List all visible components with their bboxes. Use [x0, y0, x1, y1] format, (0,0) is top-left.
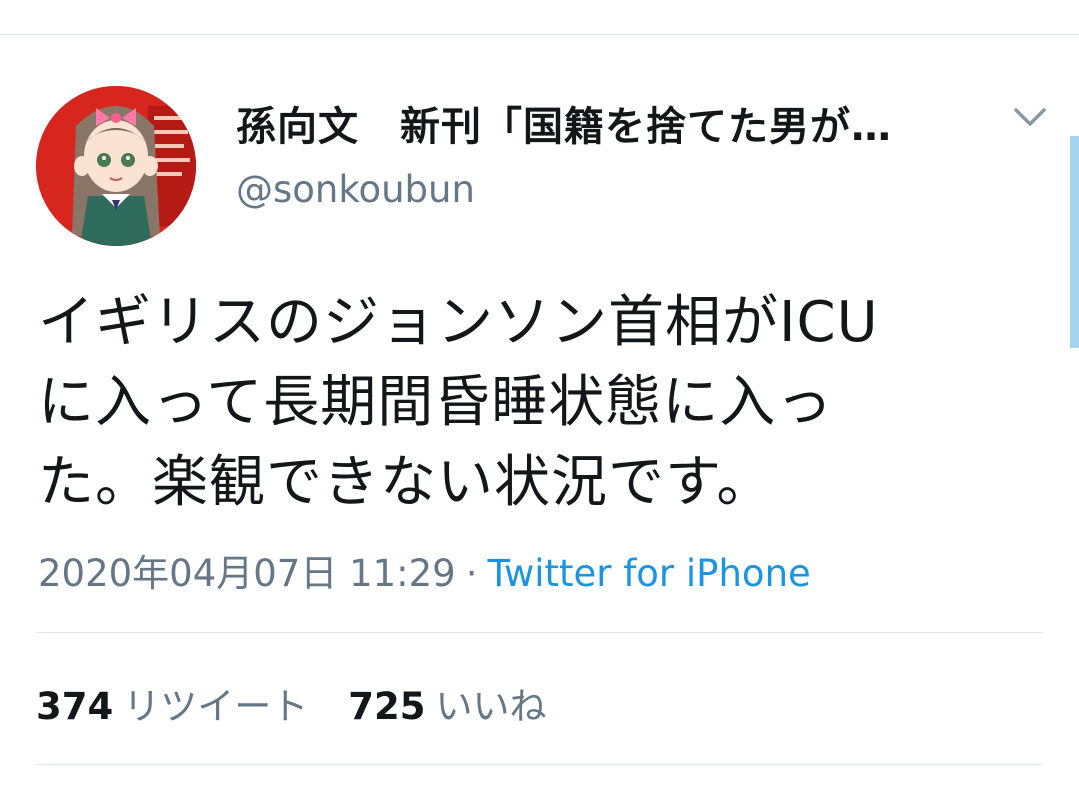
stats-bottom-divider: [36, 764, 1043, 765]
author-display-name[interactable]: 孫向文 新刊「国籍を捨てた男が…: [236, 94, 892, 152]
author-handle[interactable]: @sonkoubun: [236, 168, 475, 211]
avatar-illustration-icon: [36, 86, 196, 246]
likes-count: 725: [348, 685, 426, 728]
tweet-text-line: イギリスのジョンソン首相がICU: [38, 290, 879, 355]
likes-stat[interactable]: 725 いいね: [348, 685, 586, 728]
scrollbar[interactable]: [1070, 136, 1079, 348]
top-divider: [0, 34, 1079, 35]
tweet-timestamp[interactable]: 2020年04月07日 11:29: [38, 552, 456, 595]
tweet-meta: 2020年04月07日 11:29 · Twitter for iPhone: [38, 543, 811, 597]
retweets-count: 374: [36, 685, 114, 728]
tweet-detail-page: 孫向文 新刊「国籍を捨てた男が… @sonkoubun イギリスのジョンソン首相…: [0, 0, 1079, 793]
chevron-down-icon[interactable]: [1010, 100, 1050, 136]
tweet-stats: 374 リツイート 725 いいね: [36, 676, 586, 730]
tweet-source-link[interactable]: Twitter for iPhone: [487, 552, 810, 595]
tweet-text-line: に入って長期間昏睡状態に入っ: [38, 370, 834, 435]
retweets-stat[interactable]: 374 リツイート: [36, 685, 348, 728]
stats-top-divider: [36, 632, 1043, 633]
retweets-label: リツイート: [123, 685, 309, 728]
tweet-text-line: た。楽観できない状況です。: [38, 450, 774, 515]
likes-label: いいね: [435, 685, 547, 728]
author-avatar[interactable]: [36, 86, 196, 246]
meta-separator: ·: [465, 552, 478, 595]
tweet-text: イギリスのジョンソン首相がICU に入って長期間昏睡状態に入っ た。楽観できない…: [38, 283, 1018, 523]
